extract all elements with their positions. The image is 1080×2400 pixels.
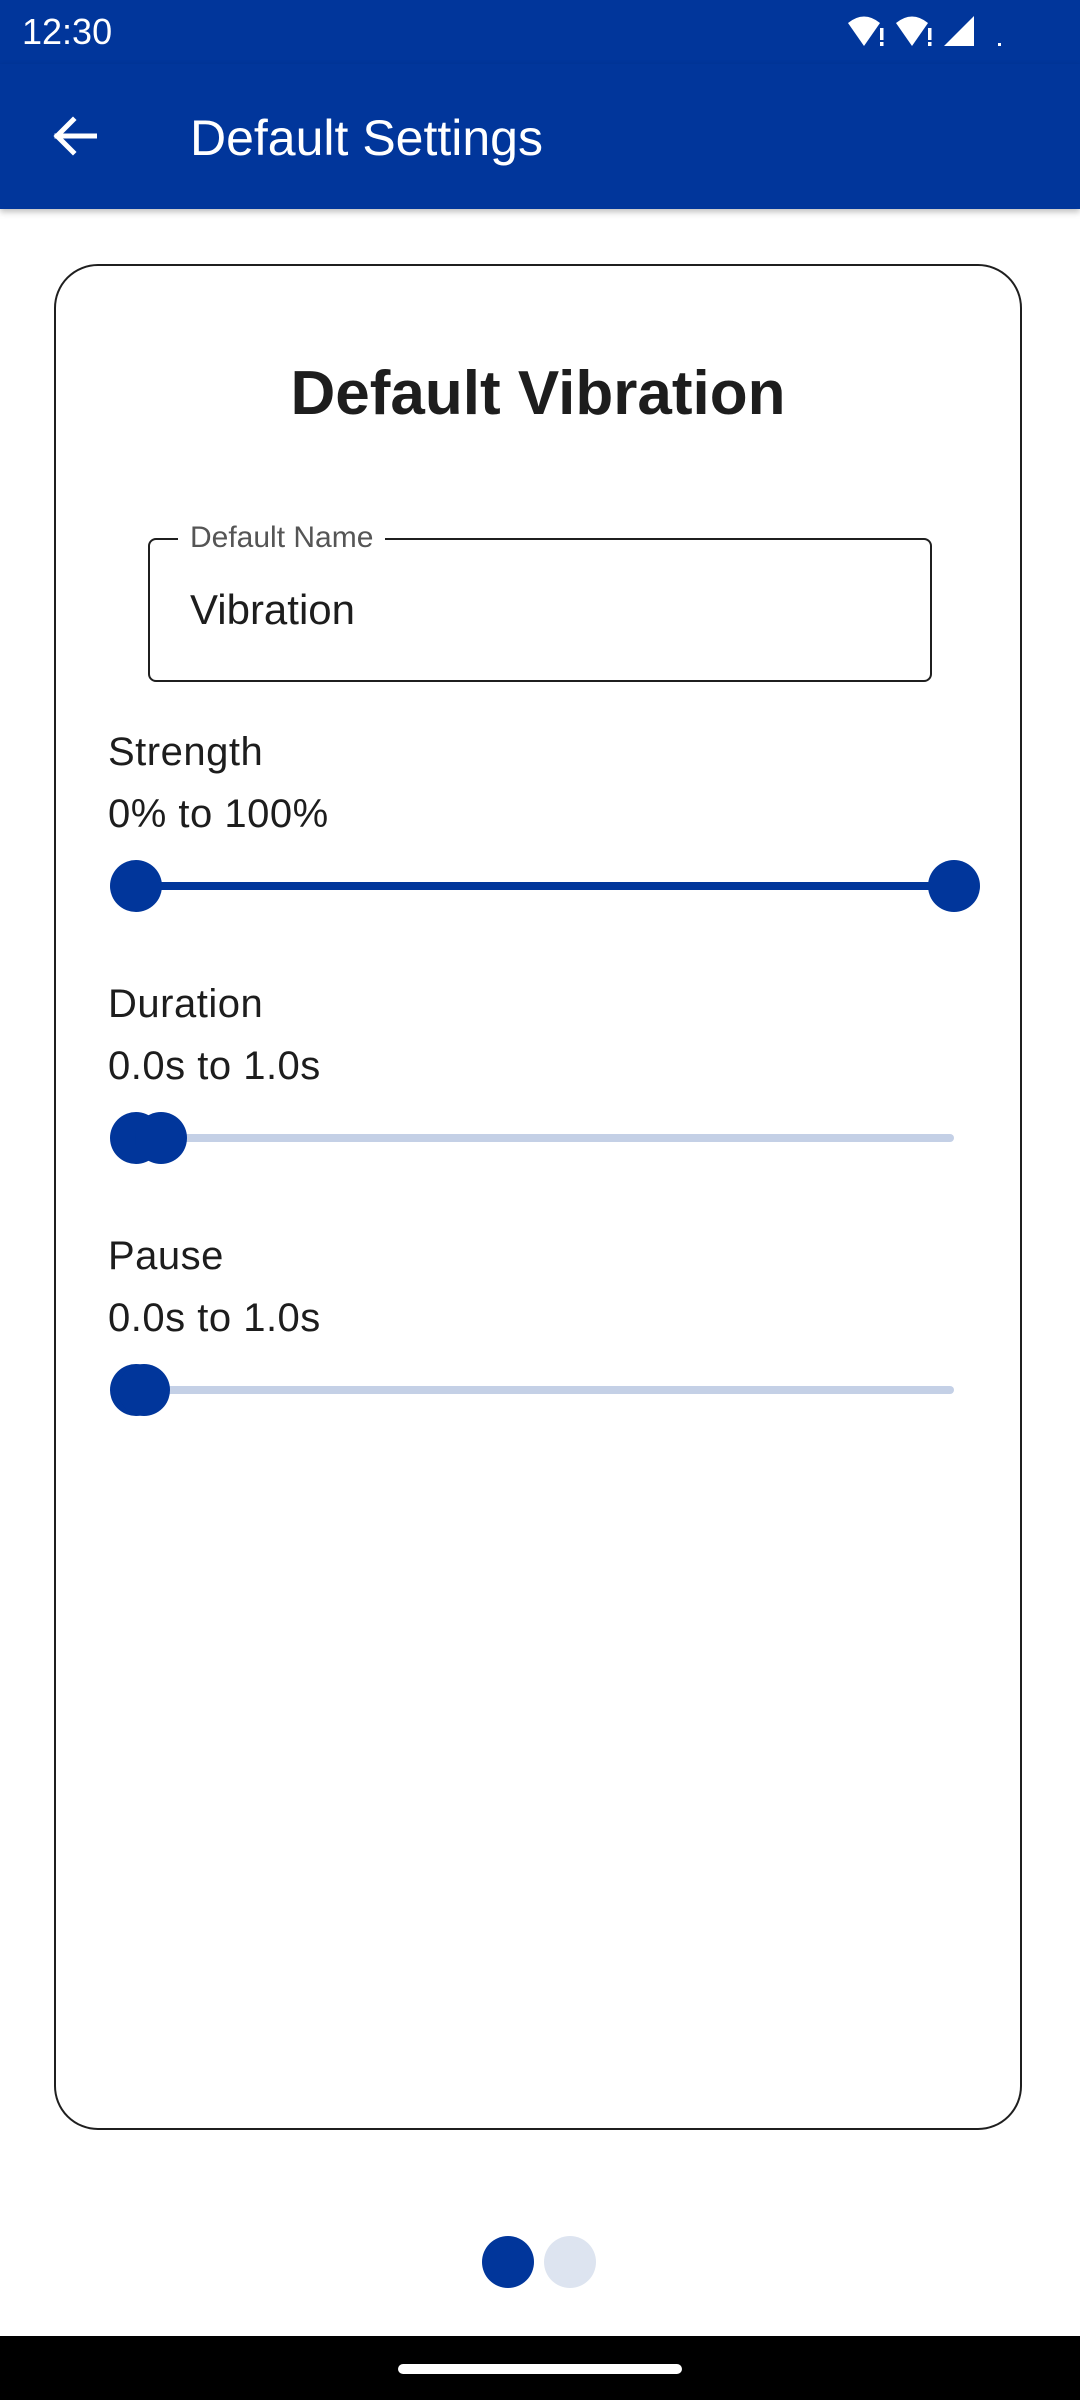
duration-label: Duration	[108, 982, 264, 1026]
pause-slider-max-thumb[interactable]	[118, 1364, 171, 1416]
battery-dot-icon	[984, 14, 1004, 48]
cellular-signal-icon	[942, 14, 976, 48]
page-title: Default Settings	[190, 110, 543, 166]
strength-label: Strength	[108, 730, 264, 774]
vibration-card: Default Vibration Default Name Strength …	[54, 264, 1022, 2130]
default-name-field[interactable]: Default Name	[148, 520, 932, 682]
pause-range-text: 0.0s to 1.0s	[108, 1296, 321, 1340]
strength-slider-min-thumb[interactable]	[110, 860, 162, 912]
default-name-input[interactable]	[190, 580, 890, 640]
page-dot-1[interactable]	[482, 2236, 534, 2288]
strength-slider[interactable]	[110, 860, 980, 912]
home-gesture-handle[interactable]	[398, 2364, 682, 2374]
duration-slider-max-thumb[interactable]	[134, 1112, 187, 1164]
arrow-back-icon	[51, 115, 98, 161]
pause-label: Pause	[108, 1234, 224, 1278]
page-dot-2[interactable]	[544, 2236, 596, 2288]
status-bar: 12:30	[0, 0, 1080, 64]
screen: 12:30 Default Settings Default Vibration…	[0, 0, 1080, 2400]
wifi-alert-icon	[846, 14, 886, 48]
duration-range-text: 0.0s to 1.0s	[108, 1044, 321, 1088]
duration-slider[interactable]	[110, 1112, 954, 1164]
status-icons	[846, 14, 1004, 48]
wifi-alert-icon	[894, 14, 934, 48]
strength-slider-active-track	[136, 882, 954, 890]
default-name-label: Default Name	[178, 520, 386, 556]
status-time: 12:30	[22, 11, 113, 52]
strength-slider-max-thumb[interactable]	[928, 860, 980, 912]
page-indicator	[482, 2236, 598, 2290]
strength-range-text: 0% to 100%	[108, 792, 329, 836]
pause-slider[interactable]	[110, 1364, 954, 1416]
back-button[interactable]	[38, 102, 110, 174]
system-navigation-bar	[0, 2336, 1080, 2400]
app-bar: Default Settings	[0, 64, 1080, 209]
card-title: Default Vibration	[290, 359, 786, 428]
